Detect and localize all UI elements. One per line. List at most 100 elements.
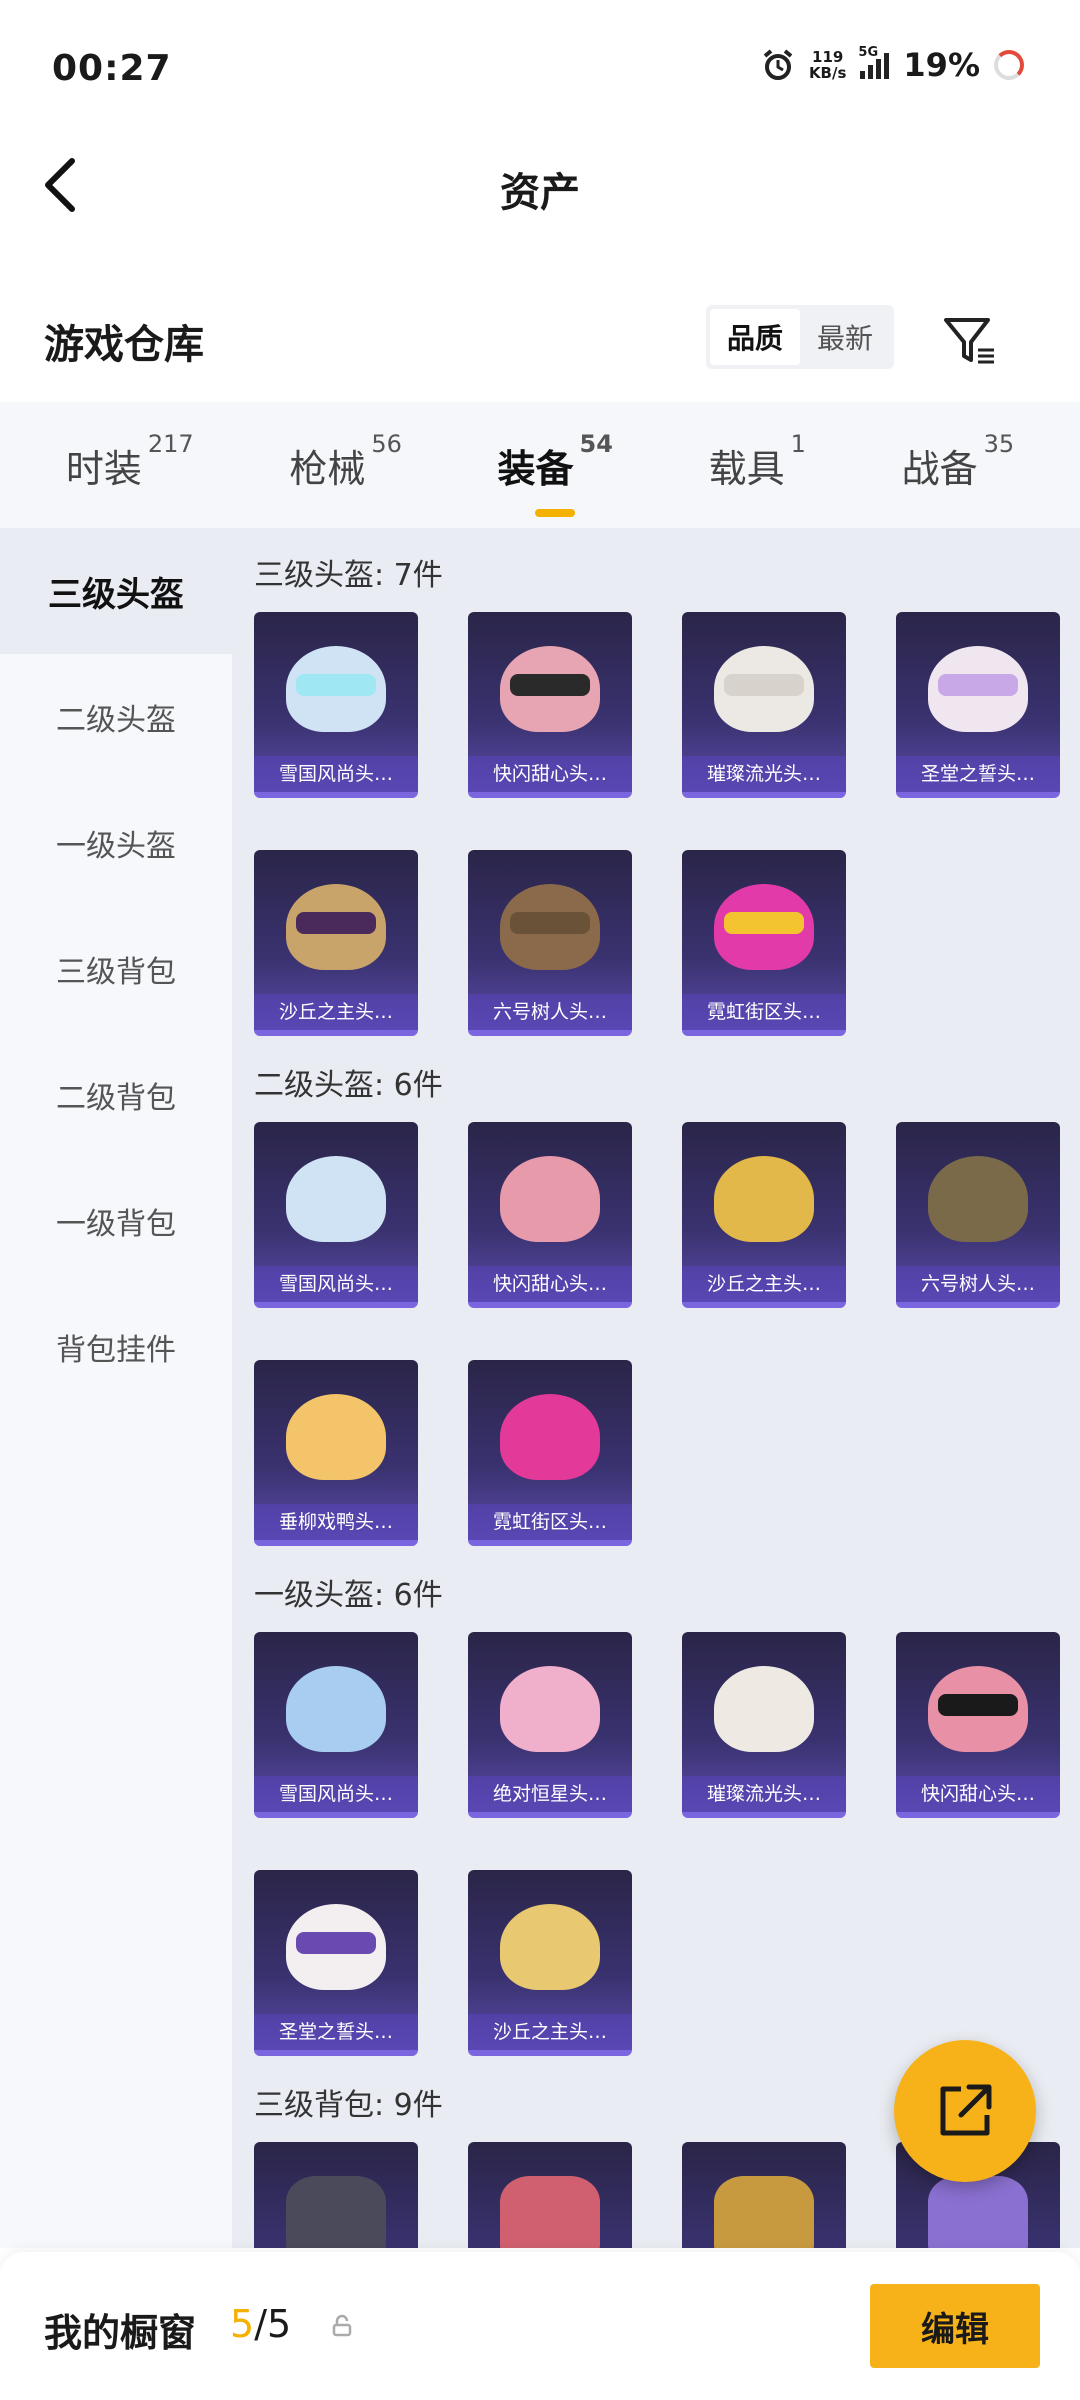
- item-name: 快闪甜心头…: [896, 1776, 1060, 1812]
- showcase-bar: 我的橱窗 5/5 编辑: [0, 2252, 1080, 2400]
- tab-label: 装备: [497, 446, 574, 491]
- tab-equipment[interactable]: 装备 54: [497, 430, 613, 517]
- helmet-image: [500, 1666, 600, 1752]
- backpack-image: [714, 2176, 814, 2248]
- network-type: 5G: [858, 45, 879, 60]
- item-card[interactable]: 圣堂之誓头…: [254, 1870, 418, 2056]
- tab-count: 54: [579, 429, 613, 458]
- external-link-icon: [940, 2084, 992, 2136]
- count-total: /5: [254, 2302, 292, 2346]
- item-card[interactable]: 霓虹街区头…: [682, 850, 846, 1036]
- tab-count: 35: [983, 429, 1015, 458]
- sort-quality-button[interactable]: 品质: [710, 309, 800, 365]
- item-name: 六号树人头…: [896, 1266, 1060, 1302]
- item-name: 霓虹街区头…: [468, 1504, 632, 1540]
- item-card[interactable]: 璀璨流光头…: [682, 1632, 846, 1818]
- group-title: 一级头盔: 6件: [254, 1578, 443, 1613]
- sidebar-item-level2-backpack[interactable]: 二级背包: [0, 1032, 232, 1158]
- showcase-count: 5/5: [230, 2302, 291, 2346]
- status-bar: 00:27 119 KB/s 5G 19%: [0, 0, 1080, 140]
- group-title: 二级头盔: 6件: [254, 1068, 443, 1103]
- sidebar-item-level3-backpack[interactable]: 三级背包: [0, 906, 232, 1032]
- item-card[interactable]: 雪国风尚头…: [254, 612, 418, 798]
- tab-count: 217: [147, 429, 194, 458]
- item-name: 璀璨流光头…: [682, 756, 846, 792]
- warehouse-title: 游戏仓库: [44, 322, 204, 368]
- item-card[interactable]: 沙丘之主头…: [682, 1122, 846, 1308]
- helmet-image: [286, 1666, 386, 1752]
- sidebar-item-level1-helmet[interactable]: 一级头盔: [0, 780, 232, 906]
- group-title: 三级背包: 9件: [254, 2088, 443, 2123]
- tab-count: 1: [790, 429, 806, 458]
- tab-label: 时装: [65, 446, 142, 491]
- sidebar-item-level2-helmet[interactable]: 二级头盔: [0, 654, 232, 780]
- item-card[interactable]: 沙丘之主头…: [468, 1870, 632, 2056]
- share-fab-button[interactable]: [894, 2040, 1036, 2182]
- tab-label: 枪械: [289, 446, 366, 491]
- item-name: 沙丘之主头…: [254, 994, 418, 1030]
- sidebar-item-backpack-charm[interactable]: 背包挂件: [0, 1284, 232, 1410]
- tab-label: 载具: [708, 446, 785, 491]
- backpack-image: [286, 2176, 386, 2248]
- tab-label: 战备: [901, 446, 978, 491]
- item-card[interactable]: 雪国风尚头…: [254, 1122, 418, 1308]
- tab-supplies[interactable]: 战备 35: [901, 430, 1015, 493]
- item-name: 璀璨流光头…: [682, 1776, 846, 1812]
- sort-newest-button[interactable]: 最新: [800, 309, 890, 365]
- helmet-image: [500, 1156, 600, 1242]
- helmet-image: [286, 1156, 386, 1242]
- item-card[interactable]: 圣堂之誓头…: [896, 612, 1060, 798]
- helmet-image: [500, 1904, 600, 1990]
- alarm-icon: [763, 49, 793, 80]
- item-card[interactable]: 霓虹街区头…: [468, 1360, 632, 1546]
- item-name: 雪国风尚头…: [254, 1266, 418, 1302]
- item-name: 圣堂之誓头…: [254, 2014, 418, 2050]
- item-card[interactable]: 垂柳戏鸭头…: [254, 1360, 418, 1546]
- category-tabs: 时装 217 枪械 56 装备 54 载具 1 战备 35: [0, 402, 1080, 528]
- item-card[interactable]: 绝对恒星头…: [468, 1632, 632, 1818]
- item-card[interactable]: 快闪甜心头…: [896, 1632, 1060, 1818]
- sidebar-item-level1-backpack[interactable]: 一级背包: [0, 1158, 232, 1284]
- item-grid: 三级头盔: 7件 雪国风尚头… 快闪甜心头… 璀璨流光头… 圣堂之誓头… 沙丘之…: [232, 528, 1080, 2248]
- speed-value: 119: [812, 48, 844, 66]
- sidebar-item-level3-helmet[interactable]: 三级头盔: [0, 528, 232, 654]
- item-name: 快闪甜心头…: [468, 1266, 632, 1302]
- item-card[interactable]: [468, 2142, 632, 2248]
- item-name: 垂柳戏鸭头…: [254, 1504, 418, 1540]
- item-card[interactable]: [254, 2142, 418, 2248]
- tab-vehicles[interactable]: 载具 1: [708, 430, 806, 493]
- battery-ring-icon: [994, 50, 1024, 80]
- helmet-image: [714, 1156, 814, 1242]
- item-card[interactable]: 六号树人头…: [468, 850, 632, 1036]
- item-card[interactable]: 快闪甜心头…: [468, 612, 632, 798]
- item-card[interactable]: 璀璨流光头…: [682, 612, 846, 798]
- tab-count: 56: [371, 429, 402, 458]
- backpack-image: [500, 2176, 600, 2248]
- item-name: 雪国风尚头…: [254, 756, 418, 792]
- item-card[interactable]: 快闪甜心头…: [468, 1122, 632, 1308]
- item-name: 霓虹街区头…: [682, 994, 846, 1030]
- tab-fashion[interactable]: 时装 217: [65, 430, 194, 493]
- signal-icon: 5G: [858, 45, 890, 79]
- helmet-image: [500, 1394, 600, 1480]
- battery-level: 19%: [903, 46, 980, 84]
- tab-guns[interactable]: 枪械 56: [289, 430, 402, 493]
- helmet-image: [286, 1394, 386, 1480]
- item-card[interactable]: 六号树人头…: [896, 1122, 1060, 1308]
- filter-icon[interactable]: [940, 310, 1000, 370]
- count-current: 5: [230, 2302, 255, 2346]
- item-name: 六号树人头…: [468, 994, 632, 1030]
- sort-toggle: 品质 最新: [706, 305, 894, 369]
- sidebar: 三级头盔 二级头盔 一级头盔 三级背包 二级背包 一级背包 背包挂件: [0, 528, 232, 2248]
- item-name: 圣堂之誓头…: [896, 756, 1060, 792]
- group-title: 三级头盔: 7件: [254, 558, 443, 593]
- item-card[interactable]: 沙丘之主头…: [254, 850, 418, 1036]
- item-card[interactable]: 雪国风尚头…: [254, 1632, 418, 1818]
- item-card[interactable]: [682, 2142, 846, 2248]
- edit-button[interactable]: 编辑: [870, 2284, 1040, 2368]
- helmet-image: [714, 1666, 814, 1752]
- item-name: 雪国风尚头…: [254, 1776, 418, 1812]
- item-name: 沙丘之主头…: [682, 1266, 846, 1302]
- item-name: 快闪甜心头…: [468, 756, 632, 792]
- network-speed: 119 KB/s: [809, 49, 846, 81]
